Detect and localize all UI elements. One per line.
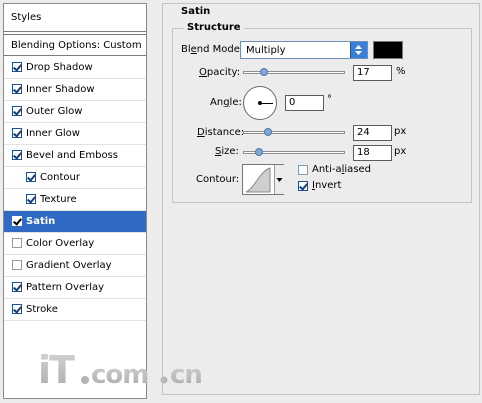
angle-unit: ° (327, 94, 332, 105)
style-item-color-overlay[interactable]: Color Overlay (4, 233, 146, 255)
chevron-down-icon[interactable] (274, 165, 284, 194)
contour-curve-icon (245, 167, 271, 193)
texture-checkbox[interactable] (26, 194, 36, 204)
style-item-label: Pattern Overlay (26, 282, 105, 293)
style-item-outer-glow[interactable]: Outer Glow (4, 101, 146, 123)
outer-glow-checkbox[interactable] (12, 106, 22, 116)
style-item-label: Texture (40, 194, 77, 205)
opacity-input[interactable]: 17 (353, 65, 392, 81)
invert-checkbox[interactable] (298, 181, 308, 191)
style-item-satin[interactable]: Satin (4, 211, 146, 233)
style-item-label: Outer Glow (26, 106, 83, 117)
style-item-label: Inner Shadow (26, 84, 95, 95)
blend-mode-label: Blend Mode: (181, 44, 244, 55)
style-item-label: Satin (26, 216, 56, 227)
contour-checkbox[interactable] (26, 172, 36, 182)
drop-shadow-checkbox[interactable] (12, 62, 22, 72)
blend-mode-value: Multiply (246, 45, 286, 56)
opacity-slider-track[interactable] (243, 71, 345, 74)
anti-aliased-label: Anti-aliased (312, 164, 372, 175)
bevel-emboss-checkbox[interactable] (12, 150, 22, 160)
style-item-label: Drop Shadow (26, 62, 93, 73)
pattern-overlay-checkbox[interactable] (12, 282, 22, 292)
style-item-contour[interactable]: Contour (4, 167, 146, 189)
satin-checkbox[interactable] (12, 216, 22, 226)
contour-label: Contour: (196, 174, 240, 185)
size-unit: px (394, 146, 407, 157)
blend-mode-select[interactable]: Multiply (240, 41, 368, 59)
style-item-label: Gradient Overlay (26, 260, 112, 271)
style-item-label: Inner Glow (26, 128, 80, 139)
structure-title: Structure (184, 22, 244, 33)
distance-label: Distance: (197, 127, 245, 138)
invert-label: Invert (312, 180, 342, 191)
style-item-gradient-overlay[interactable]: Gradient Overlay (4, 255, 146, 277)
svg-text:com: com (91, 360, 148, 390)
style-item-inner-shadow[interactable]: Inner Shadow (4, 79, 146, 101)
opacity-label: Opacity: (199, 67, 241, 78)
anti-aliased-checkbox[interactable] (298, 165, 308, 175)
style-item-label: Bevel and Emboss (26, 150, 118, 161)
size-label: Size: (215, 146, 239, 157)
style-item-label: Contour (40, 172, 80, 183)
stroke-checkbox[interactable] (12, 304, 22, 314)
style-item-stroke[interactable]: Stroke (4, 299, 146, 321)
distance-input[interactable]: 24 (353, 125, 392, 141)
inner-glow-checkbox[interactable] (12, 128, 22, 138)
opacity-unit: % (396, 66, 406, 77)
style-item-pattern-overlay[interactable]: Pattern Overlay (4, 277, 146, 299)
style-item-drop-shadow[interactable]: Drop Shadow (4, 57, 146, 79)
gradient-overlay-checkbox[interactable] (12, 260, 22, 270)
inner-shadow-checkbox[interactable] (12, 84, 22, 94)
svg-text:iT: iT (38, 348, 75, 392)
angle-input[interactable]: 0 (285, 95, 324, 111)
color-overlay-checkbox[interactable] (12, 238, 22, 248)
styles-list-panel: Styles Blending Options: Custom Drop Sha… (3, 3, 147, 399)
satin-color-swatch[interactable] (373, 41, 403, 59)
blending-options-item[interactable]: Blending Options: Custom (4, 34, 146, 56)
style-item-bevel-emboss[interactable]: Bevel and Emboss (4, 145, 146, 167)
style-item-label: Color Overlay (26, 238, 95, 249)
chevron-updown-icon[interactable] (350, 42, 367, 58)
angle-center-dot (258, 101, 262, 105)
style-item-inner-glow[interactable]: Inner Glow (4, 123, 146, 145)
distance-unit: px (394, 126, 407, 137)
style-item-label: Stroke (26, 304, 58, 315)
satin-title: Satin (179, 6, 213, 17)
size-slider-thumb[interactable] (255, 148, 263, 156)
size-input[interactable]: 18 (353, 145, 392, 161)
styles-header[interactable]: Styles (4, 4, 146, 32)
angle-label: Angle: (210, 97, 242, 108)
distance-slider-thumb[interactable] (264, 128, 272, 136)
distance-slider-track[interactable] (243, 131, 345, 134)
style-item-texture[interactable]: Texture (4, 189, 146, 211)
